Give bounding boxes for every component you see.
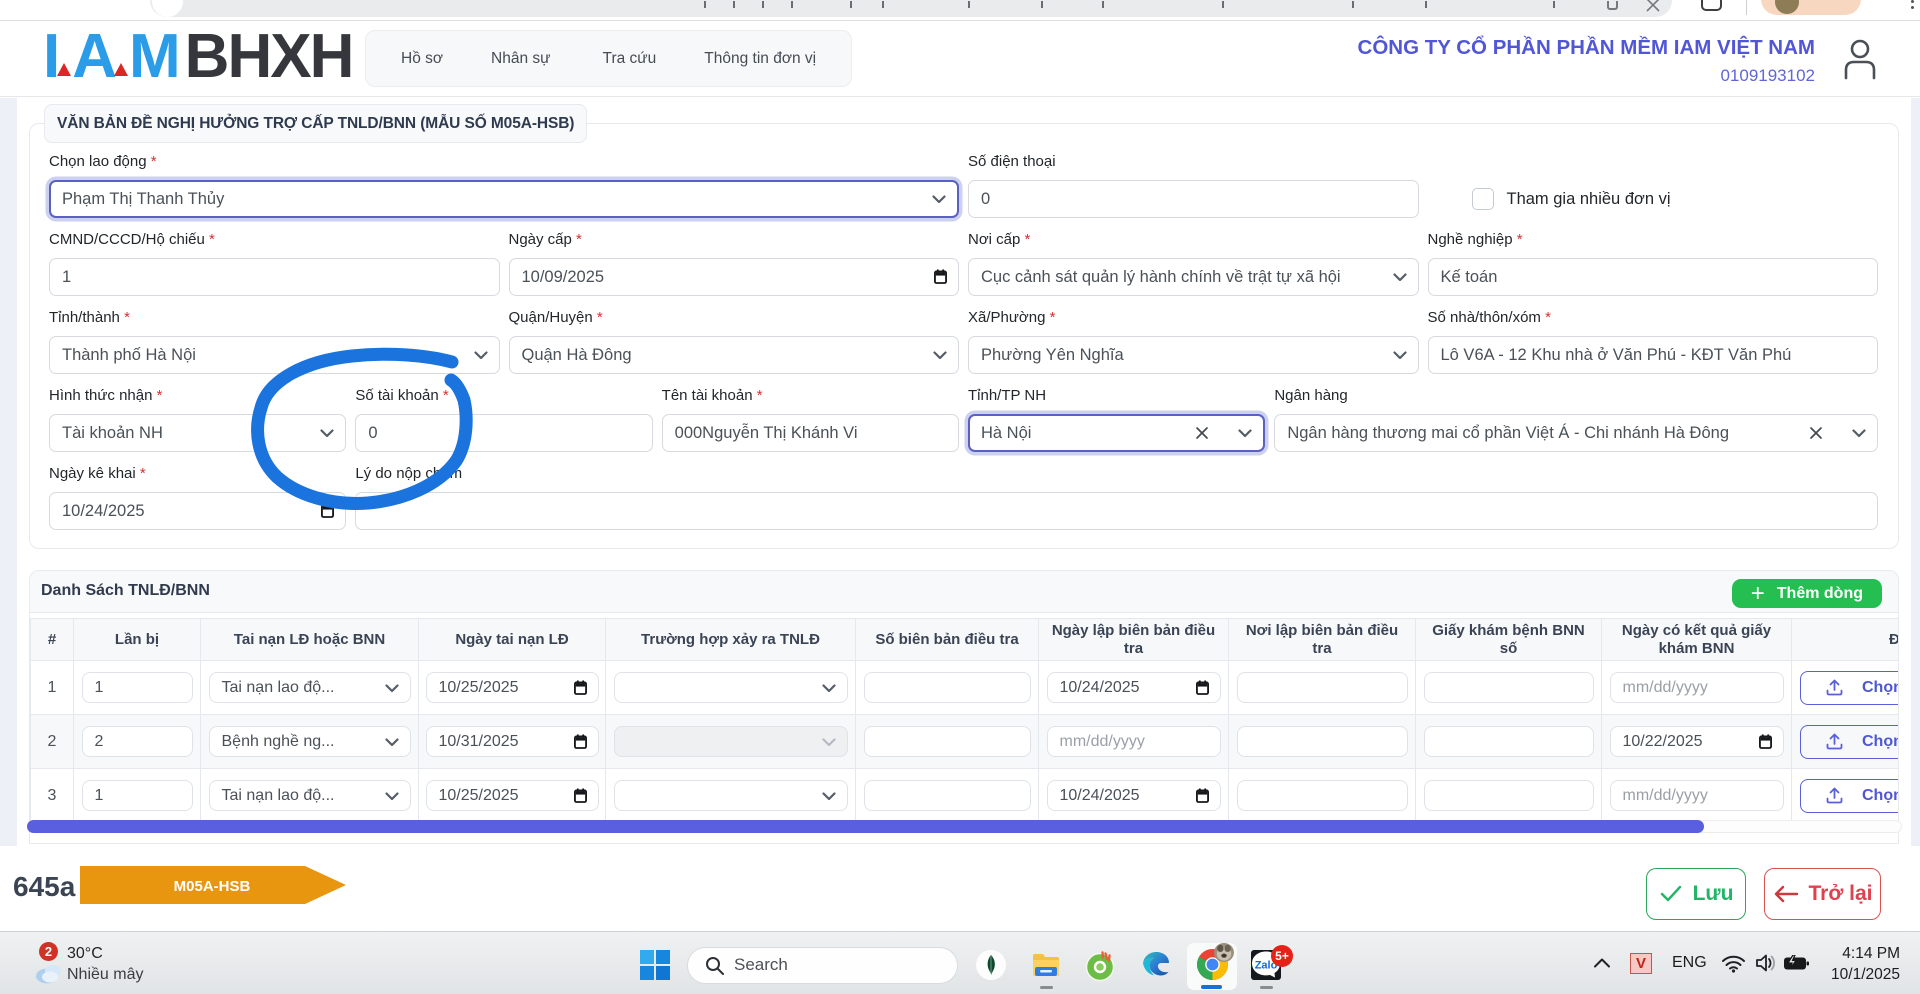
svg-text:M05A-HSB: M05A-HSB [174,878,251,895]
